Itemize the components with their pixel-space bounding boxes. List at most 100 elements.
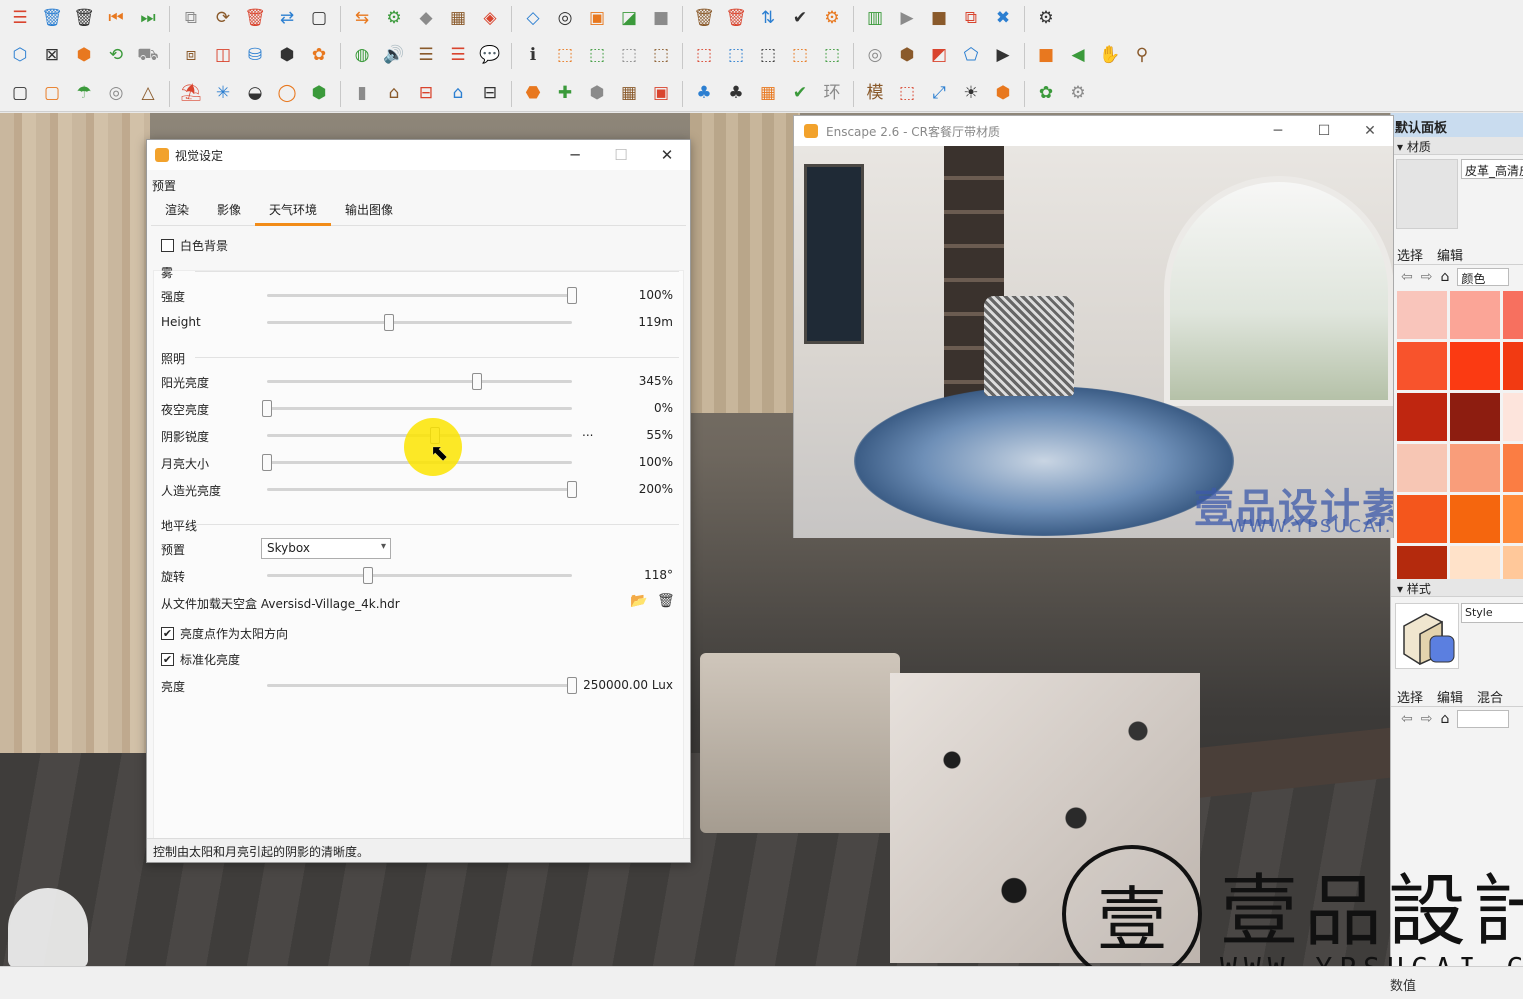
toolbar-button-icon[interactable]: ⬠ (957, 42, 985, 70)
tab-2[interactable]: 天气环境 (255, 196, 332, 226)
toolbar-button-icon[interactable]: ▢ (38, 80, 66, 108)
sun-brightness-slider[interactable] (267, 373, 572, 390)
color-swatch[interactable] (1450, 393, 1500, 441)
toolbar-button-icon[interactable]: ℹ (519, 42, 547, 70)
color-swatch[interactable] (1503, 495, 1523, 543)
toolbar-button-icon[interactable]: ⬢ (583, 80, 611, 108)
night-sky-slider[interactable] (262, 400, 572, 417)
toolbar-button-icon[interactable]: ▦ (754, 80, 782, 108)
style-forward-arrow-icon[interactable]: ⇨ (1421, 711, 1433, 727)
trash-icon[interactable]: 🗑 (657, 593, 675, 609)
open-folder-icon[interactable]: 📂 (630, 593, 647, 609)
color-swatch[interactable] (1503, 393, 1523, 441)
toolbar-button-icon[interactable]: 🗑 (70, 5, 98, 33)
material-library-select[interactable]: 颜色 (1457, 268, 1510, 286)
color-swatch[interactable] (1397, 342, 1447, 390)
toolbar-button-icon[interactable]: ☀ (957, 80, 985, 108)
horizon-preset-select[interactable]: Skybox ▾ (261, 538, 391, 559)
tab-edit-style[interactable]: 编辑 (1437, 687, 1463, 706)
toolbar-button-icon[interactable]: ⬚ (754, 42, 782, 70)
toolbar-button-icon[interactable]: 🗑 (722, 5, 750, 33)
dialog-titlebar[interactable]: 视觉设定 ─ ☐ ✕ (147, 140, 690, 170)
toolbar-button-icon[interactable]: 🗑 (241, 5, 269, 33)
toolbar-button-icon[interactable]: ⬢ (273, 42, 301, 70)
toolbar-button-icon[interactable]: ▶ (989, 42, 1017, 70)
close-icon[interactable]: ✕ (1347, 116, 1393, 146)
toolbar-button-icon[interactable]: ⬚ (551, 42, 579, 70)
toolbar-button-icon[interactable]: ⬚ (722, 42, 750, 70)
toolbar-button-icon[interactable]: ◈ (476, 5, 504, 33)
toolbar-button-icon[interactable]: ⬢ (989, 80, 1017, 108)
home-icon[interactable]: ⌂ (1440, 269, 1449, 285)
toolbar-button-icon[interactable]: ✔ (786, 5, 814, 33)
white-background-row[interactable]: 白色背景 (155, 232, 685, 258)
slider-thumb[interactable] (567, 287, 577, 304)
toolbar-button-icon[interactable]: ✖ (989, 5, 1017, 33)
color-swatch[interactable] (1397, 291, 1447, 339)
toolbar-button-icon[interactable]: ♣ (690, 80, 718, 108)
back-arrow-icon[interactable]: ⇦ (1401, 269, 1413, 285)
toolbar-button-icon[interactable]: ◎ (551, 5, 579, 33)
slider-thumb[interactable] (384, 314, 394, 331)
normalize-brightness-row[interactable]: ✔ 标准化亮度 (155, 646, 685, 672)
toolbar-button-icon[interactable]: ⬚ (615, 42, 643, 70)
toolbar-button-icon[interactable]: ⟳ (209, 5, 237, 33)
toolbar-button-icon[interactable]: ⏮ (102, 5, 130, 33)
color-swatch[interactable] (1450, 342, 1500, 390)
toolbar-button-icon[interactable]: ✿ (1032, 80, 1060, 108)
style-preview[interactable] (1395, 603, 1459, 669)
toolbar-button-icon[interactable]: ☰ (6, 5, 34, 33)
toolbar-button-icon[interactable]: ⇄ (273, 5, 301, 33)
toolbar-button-icon[interactable]: ◒ (241, 80, 269, 108)
artificial-light-slider[interactable] (267, 481, 577, 498)
toolbar-button-icon[interactable]: 🗑 (690, 5, 718, 33)
brightness-slider[interactable] (267, 677, 577, 694)
slider-thumb[interactable] (262, 400, 272, 417)
maximize-icon[interactable]: ☐ (1301, 116, 1347, 146)
toolbar-button-icon[interactable]: ♣ (722, 80, 750, 108)
toolbar-button-icon[interactable]: ⬢ (305, 80, 333, 108)
white-background-checkbox[interactable] (161, 238, 174, 252)
styles-section-header[interactable]: ▾ 样式 (1391, 579, 1523, 597)
toolbar-button-icon[interactable]: ◍ (348, 42, 376, 70)
toolbar-button-icon[interactable]: ▦ (615, 80, 643, 108)
toolbar-button-icon[interactable]: ◎ (861, 42, 889, 70)
materials-section-header[interactable]: ▾ 材质 (1391, 137, 1523, 155)
toolbar-button-icon[interactable]: ◪ (615, 5, 643, 33)
toolbar-button-icon[interactable]: ⧈ (177, 42, 205, 70)
toolbar-button-icon[interactable]: ◯ (273, 80, 301, 108)
tab-edit[interactable]: 编辑 (1437, 245, 1463, 264)
color-swatch[interactable] (1503, 546, 1523, 579)
toolbar-button-icon[interactable]: 模 (861, 80, 889, 108)
sun-direction-row[interactable]: ✔ 亮度点作为太阳方向 (155, 620, 685, 646)
material-preview[interactable] (1396, 159, 1458, 229)
toolbar-button-icon[interactable]: ▶ (893, 5, 921, 33)
color-swatch[interactable] (1450, 291, 1500, 339)
toolbar-button-icon[interactable]: ✿ (305, 42, 333, 70)
toolbar-button-icon[interactable]: ⚙ (1032, 5, 1060, 33)
toolbar-button-icon[interactable]: ⬡ (6, 42, 34, 70)
toolbar-button-icon[interactable]: ✋ (1096, 42, 1124, 70)
style-name-field[interactable]: Style (1461, 603, 1523, 623)
minimize-icon[interactable]: ─ (1255, 116, 1301, 146)
color-swatch[interactable] (1397, 444, 1447, 492)
more-options-button[interactable]: ... (582, 425, 593, 439)
toolbar-button-icon[interactable]: ✔ (786, 80, 814, 108)
minimize-icon[interactable]: ─ (552, 140, 598, 170)
toolbar-button-icon[interactable]: ☂ (70, 80, 98, 108)
toolbar-button-icon[interactable]: ⊠ (38, 42, 66, 70)
toolbar-button-icon[interactable]: ▥ (861, 5, 889, 33)
fog-height-slider[interactable] (267, 314, 572, 331)
toolbar-button-icon[interactable]: ⚙ (1064, 80, 1092, 108)
toolbar-button-icon[interactable]: 🔊 (380, 42, 408, 70)
toolbar-button-icon[interactable]: ⬚ (583, 42, 611, 70)
toolbar-button-icon[interactable]: ▮ (348, 80, 376, 108)
toolbar-button-icon[interactable]: ⬣ (519, 80, 547, 108)
color-swatch[interactable] (1450, 495, 1500, 543)
toolbar-button-icon[interactable]: ⚙ (380, 5, 408, 33)
color-swatch[interactable] (1397, 546, 1447, 579)
toolbar-button-icon[interactable]: ⛁ (241, 42, 269, 70)
color-swatch[interactable] (1397, 495, 1447, 543)
toolbar-button-icon[interactable]: ■ (647, 5, 675, 33)
toolbar-button-icon[interactable]: ✳ (209, 80, 237, 108)
